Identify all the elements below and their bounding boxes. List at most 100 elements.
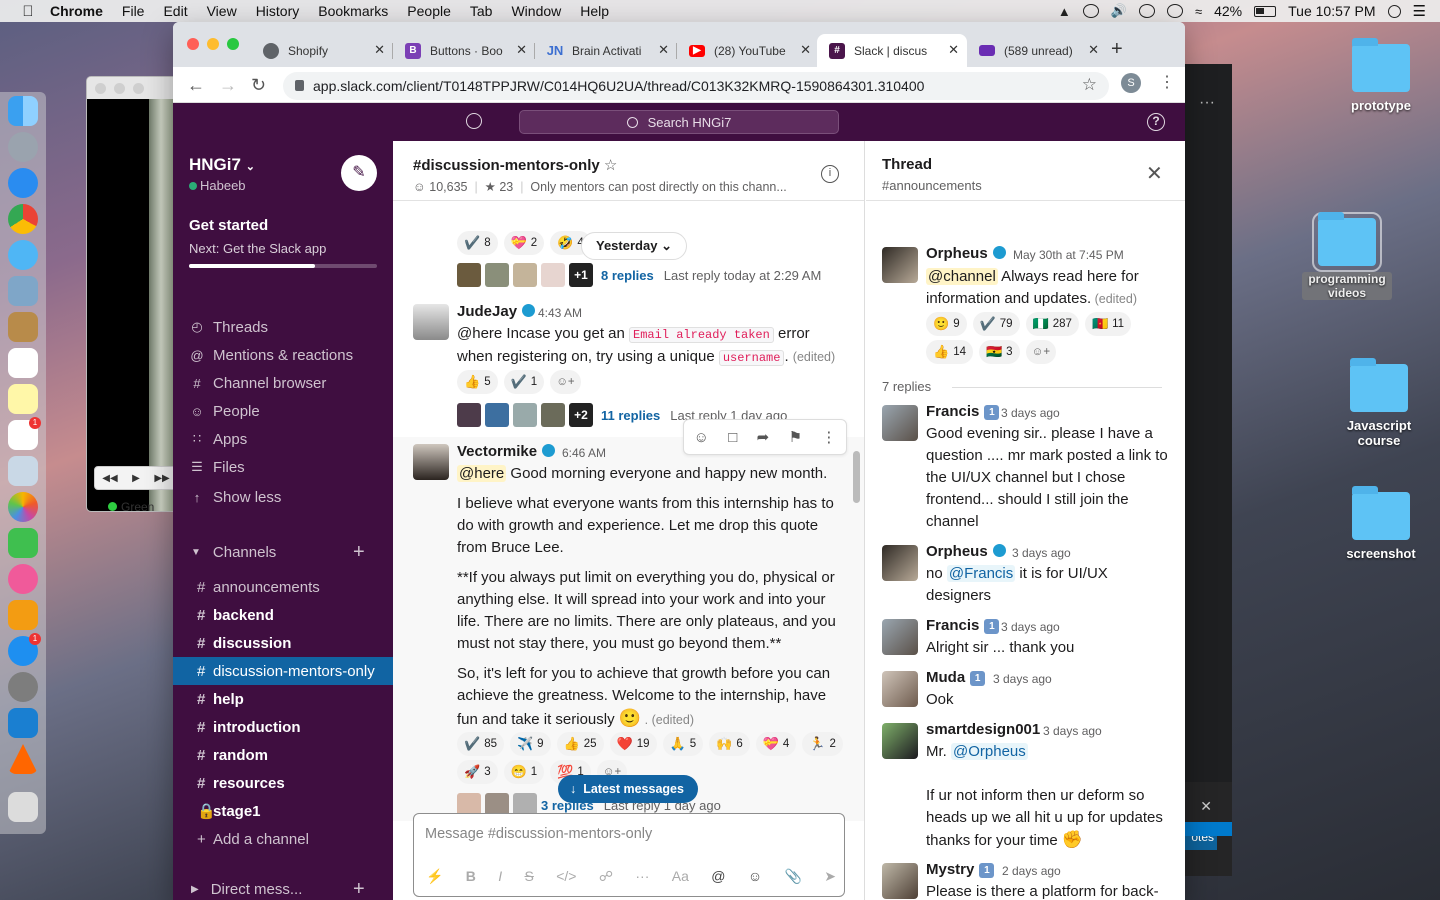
close-icon[interactable]: ✕ (1146, 161, 1163, 186)
channel-stage1[interactable]: 🔒 stage1 (173, 797, 393, 825)
channel-introduction[interactable]: # introduction (173, 713, 393, 741)
sidebar-item-people[interactable]: ☺ People (189, 400, 259, 422)
workspace-name[interactable]: HNGi7 ⌄ (189, 155, 255, 175)
time-machine-icon[interactable] (1138, 4, 1155, 18)
compose-button[interactable]: ✎ (341, 155, 377, 191)
bluetooth-icon[interactable] (1166, 4, 1183, 18)
channel-resources[interactable]: # resources (173, 769, 393, 797)
strikethrough-icon[interactable]: S (525, 868, 534, 885)
avatar[interactable] (882, 545, 918, 581)
replies-link[interactable]: 11 replies (601, 408, 660, 423)
message-time[interactable]: 2 days ago (1002, 864, 1061, 878)
avatar[interactable] (882, 671, 918, 707)
safari-icon[interactable] (8, 168, 38, 198)
wifi-icon[interactable]: ≈ (1195, 4, 1202, 19)
vlc-status-icon[interactable]: ▲ (1058, 4, 1071, 19)
channel-backend[interactable]: # backend (173, 601, 393, 629)
latest-messages-button[interactable]: ↓ Latest messages (558, 775, 698, 803)
member-icon[interactable]: ☺ (413, 180, 426, 194)
channel-random[interactable]: # random (173, 741, 393, 769)
menu-history[interactable]: History (256, 3, 300, 19)
facetime-icon[interactable] (8, 528, 38, 558)
avatar[interactable] (882, 619, 918, 655)
message-time[interactable]: 6:46 AM (562, 446, 606, 460)
tab-brain-activation[interactable]: JN Brain Activati ✕ (535, 34, 677, 67)
message-author[interactable]: Orpheus (926, 245, 1006, 262)
message-author[interactable]: Orpheus (926, 543, 1006, 560)
history-icon[interactable] (466, 113, 482, 129)
replies-link[interactable]: 8 replies (601, 268, 654, 283)
channel-topic[interactable]: Only mentors can post directly on this c… (530, 180, 786, 194)
new-tab-icon[interactable]: + (1111, 38, 1123, 61)
sidebar-item-apps[interactable]: ∷ Apps (189, 428, 247, 450)
channel-announcements[interactable]: # announcements (173, 573, 393, 601)
bold-icon[interactable]: B (466, 868, 476, 885)
ibooks-icon[interactable] (8, 600, 38, 630)
menubar-clock[interactable]: Tue 10:57 PM (1288, 3, 1375, 19)
menu-view[interactable]: View (207, 3, 237, 19)
profile-avatar[interactable]: S (1121, 73, 1141, 93)
reaction-chip[interactable]: 🙏 5 (662, 732, 704, 756)
message-author[interactable]: smartdesign001 (926, 721, 1040, 738)
message-composer[interactable]: Message #discussion-mentors-only ⚡ B I S… (413, 813, 845, 897)
reply-thread-icon[interactable]: □ (728, 429, 737, 446)
bookmark-icon[interactable]: ⚑ (789, 428, 802, 446)
reaction-chip[interactable]: 🇨🇲 11 (1084, 312, 1132, 336)
menu-window[interactable]: Window (511, 3, 561, 19)
battery-percent[interactable]: 42% (1214, 3, 1242, 19)
message-time[interactable]: 3 days ago (1012, 546, 1071, 560)
code-icon[interactable]: </> (556, 868, 576, 885)
spotlight-icon[interactable] (1387, 4, 1401, 18)
member-count[interactable]: 10,635 (429, 180, 467, 194)
close-icon[interactable]: ✕ (1200, 798, 1212, 815)
battery-icon[interactable] (1254, 5, 1277, 17)
reload-icon[interactable]: ↻ (251, 75, 266, 96)
reaction-chip[interactable]: 💝 2 (503, 231, 545, 255)
reaction-chip[interactable]: 👍 25 (556, 732, 604, 756)
more-icon[interactable]: ··· (1185, 64, 1232, 112)
thread-channel[interactable]: #announcements (882, 178, 982, 193)
tab-close-icon[interactable]: ✕ (1088, 42, 1099, 58)
more-actions-icon[interactable]: ⋮ (821, 428, 836, 446)
reaction-chip[interactable]: ✈️ 9 (509, 732, 551, 756)
sidebar-item-files[interactable]: ☰ Files (189, 456, 245, 478)
add-reaction-icon[interactable]: ☺+ (1025, 340, 1057, 364)
messages-icon[interactable] (8, 240, 38, 270)
add-channel-plus-icon[interactable]: + (353, 541, 365, 564)
add-channel-link[interactable]: + Add a channel (173, 825, 393, 853)
message-author[interactable]: Muda 1 (926, 669, 986, 686)
reaction-chip[interactable]: ✔️ 1 (503, 370, 545, 394)
notification-center-icon[interactable]: ☰ (1413, 2, 1426, 20)
face-status-icon[interactable] (1082, 4, 1099, 18)
shortcuts-lightning-icon[interactable]: ⚡ (426, 868, 443, 885)
here-mention[interactable]: @here (457, 465, 507, 482)
sidebar-item-channel-browser[interactable]: # Channel browser (189, 372, 326, 394)
reaction-chip[interactable]: 🙌 6 (709, 732, 750, 756)
channel-mention[interactable]: @channel (926, 268, 998, 285)
reaction-chip[interactable]: 🚀 3 (457, 760, 498, 784)
minimize-window-button[interactable] (207, 38, 219, 50)
background-editor-window[interactable]: ··· ✕ otes (1185, 64, 1232, 876)
reaction-chip[interactable]: 💝 4 (755, 732, 797, 756)
menu-app-name[interactable]: Chrome (50, 3, 103, 19)
pin-count[interactable]: 23 (499, 180, 513, 194)
reaction-chip[interactable]: 😁 1 (503, 760, 545, 784)
reaction-chip[interactable]: 👍 5 (457, 370, 498, 394)
channel-info-icon[interactable]: i (821, 165, 839, 183)
channels-section-header[interactable]: ▼ Channels + (191, 541, 365, 563)
preview-icon[interactable] (8, 276, 38, 306)
sidebar-item-mentions[interactable]: @ Mentions & reactions (189, 344, 353, 366)
add-dm-plus-icon[interactable]: + (353, 878, 365, 900)
tab-close-icon[interactable]: ✕ (948, 42, 959, 58)
current-user[interactable]: Habeeb (189, 178, 246, 193)
message-author[interactable]: Vectormike (457, 443, 556, 460)
avatar[interactable] (882, 723, 918, 759)
reaction-chip[interactable]: ✔️ 8 (457, 231, 498, 255)
tab-close-icon[interactable]: ✕ (800, 42, 811, 58)
format-toggle-icon[interactable]: Aa (672, 868, 689, 885)
add-reaction-icon[interactable]: ☺+ (550, 370, 581, 394)
scrollbar[interactable] (853, 451, 860, 503)
mention-at-icon[interactable]: @ (711, 868, 725, 885)
volume-icon[interactable]: 🔊 (1111, 3, 1127, 19)
tab-close-icon[interactable]: ✕ (658, 42, 669, 58)
